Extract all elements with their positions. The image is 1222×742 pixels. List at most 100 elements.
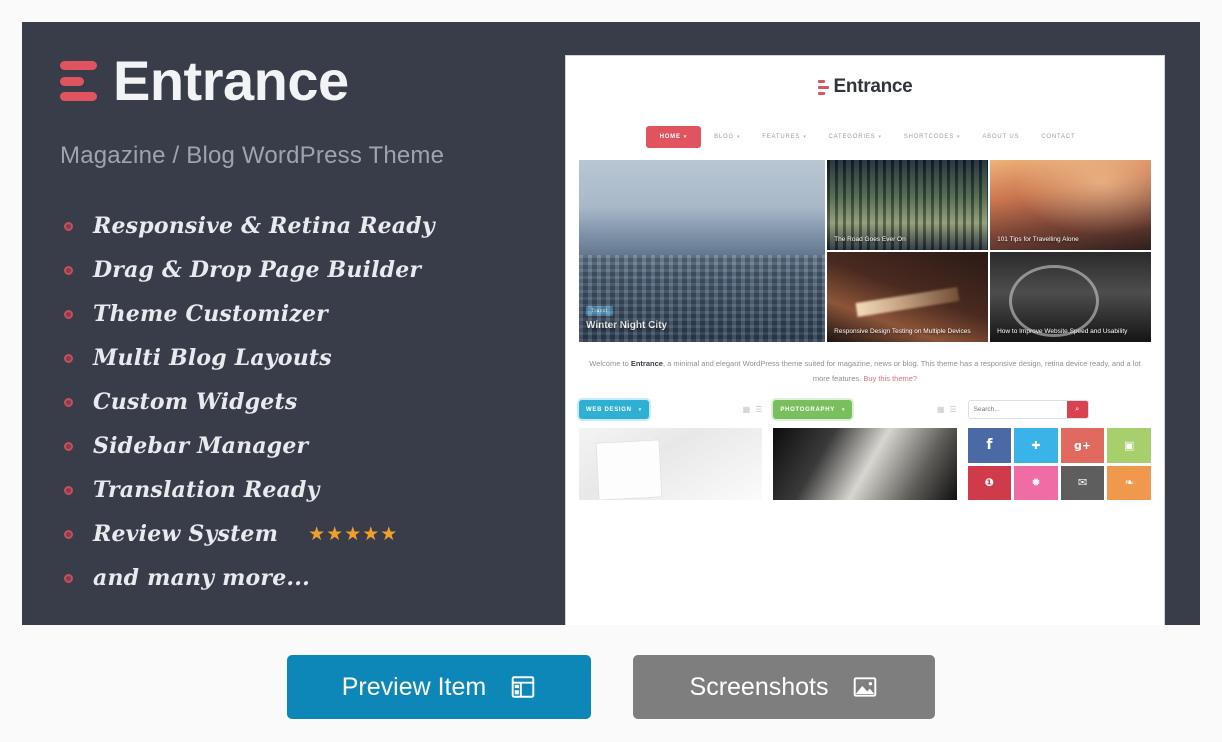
feature-label: Theme Customizer	[93, 301, 328, 327]
category-label: PHOTOGRAPHY	[780, 406, 835, 413]
pinterest-icon[interactable]: ❶	[967, 465, 1012, 500]
hero-left-column: Entrance Magazine / Blog WordPress Theme…	[60, 42, 560, 600]
nav-label: HOME	[659, 134, 681, 140]
layout-icon	[510, 674, 536, 700]
category-label: WEB DESIGN	[586, 406, 632, 413]
facebook-icon[interactable]: f	[967, 428, 1012, 463]
list-item: Custom Widgets	[60, 380, 560, 424]
brand-row: Entrance	[60, 42, 560, 120]
list-item: Responsive & Retina Ready	[60, 204, 560, 248]
entrance-logo-icon	[60, 58, 97, 104]
nav-label: SHORTCODES	[903, 134, 954, 140]
feature-label: Sidebar Manager	[93, 433, 309, 459]
screenshots-button[interactable]: Screenshots	[633, 655, 935, 719]
star-rating: ★★★★★	[308, 523, 399, 545]
widget-header: ⌕	[967, 400, 1151, 419]
nav-item-contact[interactable]: CONTACT	[1032, 127, 1084, 147]
list-item: Multi Blog Layouts	[60, 336, 560, 380]
list-item: Review System ★★★★★	[60, 512, 560, 556]
list-item: Translation Ready	[60, 468, 560, 512]
welcome-brand: Entrance	[630, 359, 663, 368]
chevron-down-icon: ▾	[736, 134, 741, 140]
bullet-icon	[64, 573, 73, 583]
action-buttons: Preview Item Screenshots	[0, 655, 1222, 719]
preview-logo-icon	[817, 79, 829, 95]
post-title: The Road Goes Ever On	[834, 235, 906, 243]
post-thumbnail[interactable]	[579, 428, 763, 500]
widget-body	[773, 428, 957, 500]
list-item: Theme Customizer	[60, 292, 560, 336]
widget-header: WEB DESIGN ▾ ▦ ☰	[579, 400, 762, 419]
nav-item-home[interactable]: HOME ▾	[645, 126, 702, 148]
nav-item-about-us[interactable]: ABOUT US	[973, 127, 1028, 147]
widget-search-social: ⌕ f ✚ g+ ▣ ❶ ✹ ✉ ❧	[967, 400, 1151, 500]
post-title: Winter Night City	[586, 319, 668, 331]
category-badge: Travel	[586, 306, 613, 316]
search-box[interactable]: ⌕	[967, 400, 1089, 419]
google-plus-icon[interactable]: g+	[1060, 428, 1105, 463]
bullet-icon	[64, 529, 73, 539]
featured-posts-grid: Travel Winter Night City The Road Goes E…	[579, 160, 1151, 342]
email-icon[interactable]: ✉	[1060, 465, 1105, 500]
vimeo-icon[interactable]: ▣	[1107, 428, 1151, 463]
image-icon	[852, 674, 878, 700]
nav-item-shortcodes[interactable]: SHORTCODES ▾	[895, 127, 970, 147]
post-title: Responsive Design Testing on Multiple De…	[834, 327, 971, 335]
nav-label: FEATURES	[762, 134, 801, 140]
chevron-down-icon: ▾	[878, 134, 882, 140]
preview-brand-name: Entrance	[833, 76, 913, 97]
nav-label: CONTACT	[1041, 134, 1076, 140]
search-icon[interactable]: ⌕	[1066, 401, 1088, 418]
widget-controls[interactable]: ▦ ☰	[937, 405, 957, 414]
chevron-down-icon: ▾	[803, 134, 807, 140]
twitter-icon[interactable]: ✚	[1014, 428, 1058, 463]
post-tile[interactable]: How to Improve Website Speed and Usabili…	[990, 252, 1151, 342]
buy-theme-link[interactable]: Buy this theme?	[863, 374, 917, 383]
dribbble-icon[interactable]: ✹	[1014, 465, 1058, 500]
welcome-text: Welcome to Entrance, a minimal and elega…	[588, 356, 1142, 386]
grid-view-icon[interactable]: ▦	[937, 405, 945, 414]
post-tile[interactable]: 101 Tips for Travelling Alone	[990, 160, 1151, 250]
widgets-row: WEB DESIGN ▾ ▦ ☰ PHOTOGRAPHY ▾ ▦ ☰ Searc…	[579, 400, 1151, 500]
bullet-icon	[64, 485, 73, 495]
preview-site-header: Entrance	[566, 56, 1164, 118]
bullet-icon	[64, 441, 73, 451]
bullet-icon	[64, 265, 73, 275]
widget-header: PHOTOGRAPHY ▾ ▦ ☰	[773, 400, 957, 419]
post-tile[interactable]: Responsive Design Testing on Multiple De…	[827, 252, 989, 342]
list-view-icon[interactable]: ☰	[949, 405, 956, 414]
list-item: Drag & Drop Page Builder	[60, 248, 560, 292]
search-input[interactable]	[968, 401, 1067, 418]
category-tab-photography[interactable]: PHOTOGRAPHY ▾	[773, 400, 853, 419]
preview-item-label: Preview Item	[341, 672, 487, 701]
preview-item-button[interactable]: Preview Item	[287, 655, 591, 719]
widget-photography: PHOTOGRAPHY ▾ ▦ ☰	[773, 400, 957, 500]
nav-label: BLOG	[714, 134, 734, 140]
nav-item-categories[interactable]: CATEGORIES ▾	[820, 127, 891, 147]
feature-label: Multi Blog Layouts	[93, 345, 332, 371]
chevron-down-icon: ▾	[683, 134, 688, 140]
list-view-icon[interactable]: ☰	[755, 405, 762, 414]
featured-post-tile[interactable]: Travel Winter Night City	[579, 160, 826, 342]
nav-item-features[interactable]: FEATURES ▾	[753, 127, 815, 147]
grid-view-icon[interactable]: ▦	[743, 405, 751, 414]
rss-icon[interactable]: ❧	[1107, 465, 1151, 500]
feature-label: Drag & Drop Page Builder	[93, 257, 422, 283]
post-tile[interactable]: The Road Goes Ever On	[827, 160, 989, 250]
category-tab-web-design[interactable]: WEB DESIGN ▾	[579, 400, 649, 419]
preview-nav: HOME ▾ BLOG ▾ FEATURES ▾ CATEGORIES ▾ SHORTC…	[566, 126, 1164, 148]
list-item: and many more...	[60, 556, 560, 600]
theme-preview-screenshot[interactable]: Entrance HOME ▾ BLOG ▾ FEATURES ▾ CATEGORIE…	[565, 55, 1165, 625]
feature-list: Responsive & Retina Ready Drag & Drop Pa…	[60, 204, 560, 600]
list-item: Sidebar Manager	[60, 424, 560, 468]
feature-label: Review System	[93, 521, 279, 547]
post-thumbnail[interactable]	[773, 428, 957, 500]
feature-label: Translation Ready	[93, 477, 320, 503]
nav-item-blog[interactable]: BLOG ▾	[705, 127, 749, 147]
widget-controls[interactable]: ▦ ☰	[743, 405, 763, 414]
post-title: How to Improve Website Speed and Usabili…	[997, 327, 1128, 335]
chevron-down-icon: ▾	[638, 406, 642, 413]
widget-body: f ✚ g+ ▣ ❶ ✹ ✉ ❧	[967, 428, 1151, 500]
page-title: Entrance	[113, 49, 349, 112]
bullet-icon	[64, 309, 73, 319]
